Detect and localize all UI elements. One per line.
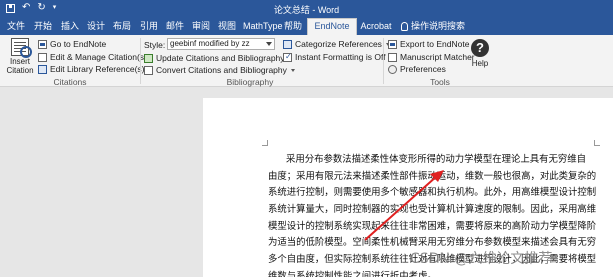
chevron-down-icon xyxy=(266,42,272,46)
go-to-endnote-icon xyxy=(38,40,47,49)
group-separator xyxy=(140,38,141,84)
paragraph-line: 系统进行控制，则需要使用多个敏感器和执行机构。此外，用高维模型设计控制 xyxy=(268,187,597,199)
tools-group-label: Tools xyxy=(430,77,450,87)
insert-citation-label: Insert Citation xyxy=(6,57,34,75)
edit-library-references-button[interactable]: Edit Library Reference(s) xyxy=(38,64,144,75)
paragraph-line: 采用分布参数法描述柔性体变形所得的动力学模型在理论上具有无穷维自 xyxy=(286,154,587,165)
watermark: CSDN @六维论文推荐 xyxy=(410,251,553,267)
chevron-down-icon xyxy=(290,69,295,72)
manuscript-matcher-button[interactable]: Manuscript Matcher xyxy=(388,52,475,63)
instant-formatting-button[interactable]: Instant Formatting is Off xyxy=(283,51,394,63)
lightbulb-icon xyxy=(401,21,408,31)
tab-mailings[interactable]: 邮件 xyxy=(165,19,185,35)
tab-acrobat[interactable]: Acrobat xyxy=(360,19,392,35)
paragraph-line: 维数与系统控制性能之间进行折中考虑。 xyxy=(268,270,437,277)
margin-corner-mark xyxy=(594,140,600,146)
tab-layout[interactable]: 布局 xyxy=(112,19,132,35)
ribbon-tabs: 文件 开始 插入 设计 布局 引用 邮件 审阅 视图 MathType 帮助 E… xyxy=(0,17,613,46)
margin-corner-mark xyxy=(262,140,268,146)
manuscript-matcher-icon xyxy=(388,53,397,62)
export-to-endnote-button[interactable]: Export to EndNote xyxy=(388,39,478,50)
edit-manage-citations-button[interactable]: Edit & Manage Citation(s) xyxy=(38,52,147,63)
insert-citation-button[interactable]: Insert Citation xyxy=(6,38,34,75)
group-separator xyxy=(383,38,384,84)
paragraph-line: 系统计算量大，同时控制器的实现也受计算机计算速度的限制。因此，采用高维 xyxy=(268,204,597,216)
categorize-references-button[interactable]: Categorize References xyxy=(283,39,390,50)
tab-insert[interactable]: 插入 xyxy=(60,19,80,35)
title-bar: ↶ ↻ ▾ 论文总结 - Word xyxy=(0,0,613,17)
instant-formatting-icon xyxy=(283,51,292,62)
tab-endnote[interactable]: EndNote X9 xyxy=(307,18,357,46)
tab-design[interactable]: 设计 xyxy=(86,19,106,35)
style-dropdown[interactable]: geebinf modified by zz xyxy=(167,38,275,50)
bibliography-group-label: Bibliography xyxy=(226,77,274,87)
ribbon: Insert Citation Go to EndNote Edit & Man… xyxy=(0,35,613,87)
style-label: Style: xyxy=(144,40,166,50)
preferences-icon xyxy=(388,65,397,74)
citations-group-label: Citations xyxy=(53,77,87,87)
update-icon xyxy=(144,54,153,63)
paragraph-line: 由度；采用有限元法来描述柔性部件振动运动，维数一般也很高，对此类复杂的 xyxy=(268,170,597,182)
tell-me-search[interactable]: 操作说明搜索 xyxy=(401,19,465,33)
edit-library-icon xyxy=(38,65,47,74)
tab-mathtype[interactable]: MathType xyxy=(243,19,283,35)
tab-home[interactable]: 开始 xyxy=(33,19,53,35)
document-title: 论文总结 - Word xyxy=(273,5,340,15)
tell-me-label: 操作说明搜索 xyxy=(411,21,466,31)
paragraph-line: 模型设计的控制系统实现起来往往非常困难，需要将原来的高阶动力学模型降阶 xyxy=(268,220,597,232)
convert-icon xyxy=(144,66,153,75)
tab-review[interactable]: 审阅 xyxy=(191,19,211,35)
update-citations-button[interactable]: Update Citations and Bibliography xyxy=(144,53,285,64)
edit-citations-icon xyxy=(38,53,47,62)
categorize-icon xyxy=(283,40,292,49)
insert-citation-icon xyxy=(11,38,32,58)
preferences-button[interactable]: Preferences xyxy=(388,64,446,75)
convert-citations-button[interactable]: Convert Citations and Bibliography xyxy=(144,65,295,76)
go-to-endnote-button[interactable]: Go to EndNote xyxy=(38,39,106,50)
tab-view[interactable]: 视图 xyxy=(217,19,237,35)
tab-help[interactable]: 帮助 xyxy=(283,19,303,35)
export-icon xyxy=(388,40,397,49)
help-button[interactable]: ? Help xyxy=(470,39,490,68)
tab-file[interactable]: 文件 xyxy=(6,19,26,35)
help-icon: ? xyxy=(471,39,489,57)
tab-references[interactable]: 引用 xyxy=(139,19,159,35)
